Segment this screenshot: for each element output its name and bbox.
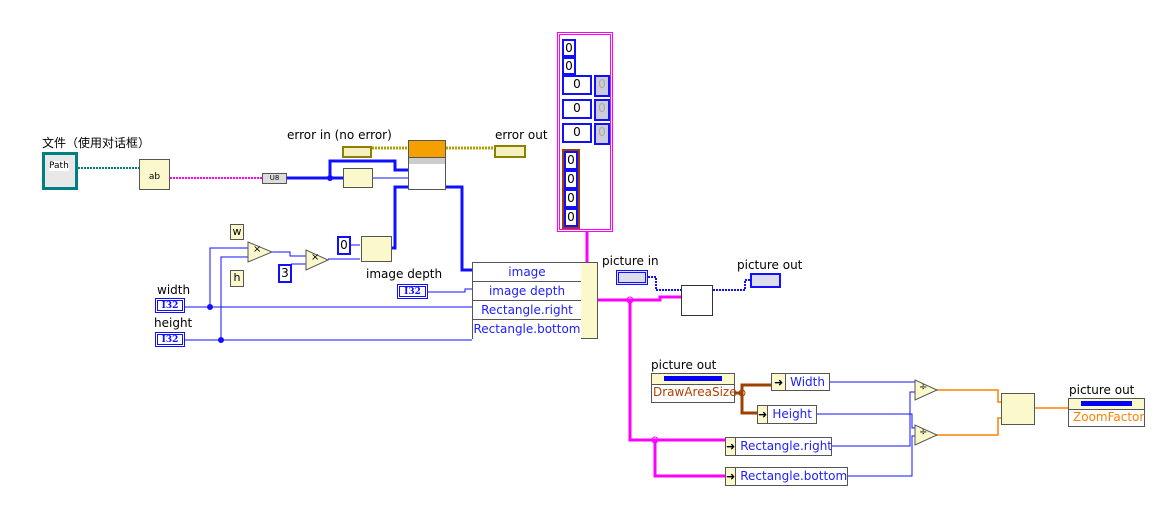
- multiply-symbol: ×: [311, 252, 320, 263]
- unbundle-height[interactable]: ➜ Height: [757, 405, 817, 424]
- property-node-2-label: picture out: [1069, 383, 1135, 397]
- cluster-value[interactable]: 0: [562, 99, 592, 119]
- property-zoom-factor[interactable]: ZoomFactor: [1069, 410, 1144, 424]
- picture-out-label: picture out: [737, 258, 803, 272]
- property-node-draw-area-size[interactable]: DrawAreaSize: [651, 373, 737, 403]
- path-control[interactable]: Path: [42, 152, 78, 190]
- cluster-value[interactable]: 0: [564, 151, 578, 170]
- reshape-array-node[interactable]: [343, 168, 373, 188]
- initialize-array-node[interactable]: [361, 236, 392, 262]
- property-draw-area-size[interactable]: DrawAreaSize: [652, 385, 737, 399]
- error-out-label: error out: [495, 128, 548, 142]
- bundle-row-image[interactable]: image: [473, 263, 581, 282]
- block-diagram: × × ÷ ÷ 文件（使用对话框） Path ab U8 error in (n…: [0, 0, 1156, 527]
- unbundle-height-label: Height: [772, 407, 812, 421]
- image-depth-label: image depth: [366, 267, 443, 281]
- cluster-value[interactable]: 0: [562, 123, 592, 143]
- zero-constant[interactable]: 0: [337, 236, 351, 255]
- cluster-dim-value: 0: [594, 75, 610, 97]
- bundle-by-name-node[interactable]: image image depth Rectangle.right Rectan…: [472, 262, 598, 339]
- image-depth-terminal[interactable]: I32: [397, 284, 428, 299]
- error-in-terminal[interactable]: [342, 146, 372, 158]
- three-constant[interactable]: 3: [278, 264, 292, 283]
- property-node-zoom-factor[interactable]: ZoomFactor: [1068, 398, 1145, 427]
- draw-picture-node[interactable]: [681, 285, 713, 316]
- error-out-terminal[interactable]: [494, 145, 526, 158]
- cluster-value[interactable]: 0: [562, 57, 576, 75]
- height-label: height: [154, 316, 193, 330]
- typecast-node[interactable]: U8: [262, 173, 287, 184]
- imaq-node[interactable]: [408, 140, 446, 190]
- bundle-row-rectangle-bottom[interactable]: Rectangle.bottom: [473, 320, 581, 339]
- unbundle-rectangle-bottom[interactable]: ➜ Rectangle.bottom: [725, 467, 848, 486]
- picture-out-terminal[interactable]: [750, 273, 781, 288]
- width-label: width: [157, 283, 191, 297]
- cluster-dim-value: 0: [594, 99, 610, 121]
- height-terminal[interactable]: I32: [155, 332, 185, 347]
- divide-symbol: ÷: [919, 382, 928, 393]
- multiply-symbol: ×: [253, 244, 262, 255]
- image-wire: [446, 185, 472, 272]
- file-dialog-label: 文件（使用对话框）: [42, 136, 151, 150]
- unbundle-rect-right-label: Rectangle.right: [740, 439, 833, 453]
- cluster-dim-value: 0: [594, 123, 610, 145]
- picture-in-label: picture in: [602, 254, 659, 268]
- cluster-value[interactable]: 0: [564, 189, 578, 208]
- bundle-row-image-depth[interactable]: image depth: [473, 282, 581, 301]
- unbundle-width[interactable]: ➜ Width: [771, 373, 830, 391]
- cluster-value[interactable]: 0: [562, 39, 576, 57]
- nested-cluster: 0 0 0 0: [562, 149, 580, 229]
- picture-in-terminal[interactable]: [616, 270, 648, 285]
- divide-symbol: ÷: [919, 427, 928, 438]
- h-label: h: [230, 270, 244, 287]
- bundle-row-rectangle-right[interactable]: Rectangle.right: [473, 301, 581, 320]
- cluster-wire: [585, 232, 726, 478]
- read-file-node[interactable]: ab: [139, 159, 170, 190]
- build-cluster-node[interactable]: [1001, 393, 1035, 425]
- cluster-constant[interactable]: 0 0 0 0 0 0 0 0 0 0 0 0: [557, 32, 613, 232]
- cluster-value[interactable]: 0: [564, 170, 578, 189]
- error-in-label: error in (no error): [287, 128, 392, 142]
- cluster-value[interactable]: 0: [562, 75, 592, 95]
- path-text: Path: [49, 161, 69, 171]
- unbundle-rectangle-right[interactable]: ➜ Rectangle.right: [725, 437, 832, 456]
- w-label: w: [230, 224, 244, 240]
- property-node-1-label: picture out: [651, 358, 717, 372]
- cluster-value[interactable]: 0: [564, 208, 578, 227]
- unbundle-width-label: Width: [790, 375, 825, 389]
- unbundle-rect-bottom-label: Rectangle.bottom: [740, 469, 848, 483]
- width-terminal[interactable]: I32: [155, 298, 185, 313]
